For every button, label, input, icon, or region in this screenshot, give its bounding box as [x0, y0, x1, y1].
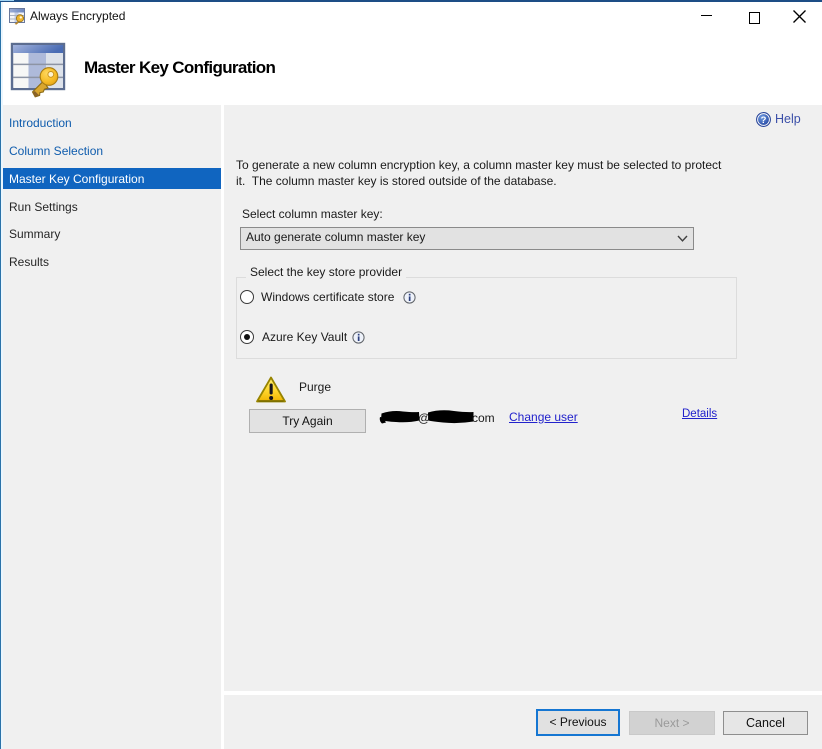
svg-text:?: ? — [761, 115, 767, 126]
